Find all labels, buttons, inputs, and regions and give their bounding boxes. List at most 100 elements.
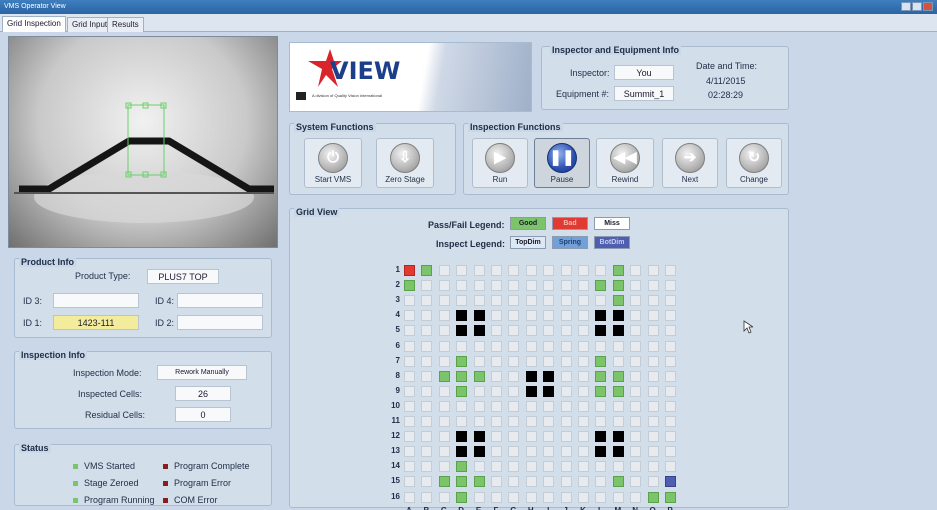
grid-cell-b3[interactable] [421, 295, 433, 307]
grid-cell-m7[interactable] [612, 355, 624, 367]
grid-cell-e13[interactable] [473, 446, 485, 458]
grid-cell-c3[interactable] [438, 295, 450, 307]
grid-cell-p16[interactable] [665, 491, 676, 503]
grid-cell-b1[interactable] [421, 265, 433, 276]
grid-cell-f1[interactable] [491, 265, 502, 276]
grid-cell-l16[interactable] [595, 491, 607, 503]
tab-grid-input[interactable]: Grid Input [67, 17, 113, 32]
grid-cell-m16[interactable] [612, 491, 624, 503]
grid-cell-b12[interactable] [421, 431, 433, 443]
grid-cell-j8[interactable] [560, 370, 572, 382]
grid-cell-o15[interactable] [647, 476, 659, 488]
grid-cell-p6[interactable] [665, 340, 676, 352]
grid-cell-p13[interactable] [665, 446, 676, 458]
grid-cell-l5[interactable] [595, 325, 607, 337]
grid-cell-i7[interactable] [543, 355, 555, 367]
grid-cell-j2[interactable] [560, 280, 572, 292]
grid-cell-h13[interactable] [525, 446, 537, 458]
grid-cell-e9[interactable] [473, 385, 485, 397]
grid-cell-e6[interactable] [473, 340, 485, 352]
grid-cell-m13[interactable] [612, 446, 624, 458]
grid-cell-n6[interactable] [630, 340, 642, 352]
grid-cell-f6[interactable] [491, 340, 502, 352]
grid-cell-f14[interactable] [491, 461, 502, 473]
grid-cell-f7[interactable] [491, 355, 502, 367]
maximize-button[interactable] [912, 2, 922, 11]
grid-cell-m3[interactable] [612, 295, 624, 307]
grid-cell-m8[interactable] [612, 370, 624, 382]
grid-cell-h15[interactable] [525, 476, 537, 488]
grid-cell-p8[interactable] [665, 370, 676, 382]
grid-cell-a9[interactable] [404, 385, 415, 397]
grid-cell-c8[interactable] [438, 370, 450, 382]
grid-cell-n2[interactable] [630, 280, 642, 292]
grid-cell-p4[interactable] [665, 310, 676, 322]
grid-cell-m12[interactable] [612, 431, 624, 443]
grid-cell-c16[interactable] [438, 491, 450, 503]
grid-cell-f8[interactable] [491, 370, 502, 382]
minimize-button[interactable] [901, 2, 911, 11]
grid-cell-p1[interactable] [665, 265, 676, 276]
grid-cell-g1[interactable] [508, 265, 520, 276]
grid-cell-l13[interactable] [595, 446, 607, 458]
grid-cell-b7[interactable] [421, 355, 433, 367]
grid-cell-c7[interactable] [438, 355, 450, 367]
grid-cell-a6[interactable] [404, 340, 415, 352]
grid-cell-e10[interactable] [473, 400, 485, 412]
grid-cell-j15[interactable] [560, 476, 572, 488]
grid-cell-g5[interactable] [508, 325, 520, 337]
tab-grid-inspection[interactable]: Grid Inspection [2, 16, 66, 32]
grid-cell-g3[interactable] [508, 295, 520, 307]
grid-cell-h5[interactable] [525, 325, 537, 337]
run-button[interactable]: ▶ Run [472, 138, 528, 188]
grid-cell-o2[interactable] [647, 280, 659, 292]
grid-cell-c6[interactable] [438, 340, 450, 352]
grid-cell-n9[interactable] [630, 385, 642, 397]
grid-cell-h9[interactable] [525, 385, 537, 397]
grid-cell-d6[interactable] [456, 340, 468, 352]
grid-cell-i16[interactable] [543, 491, 555, 503]
grid-cell-l6[interactable] [595, 340, 607, 352]
grid-cell-p5[interactable] [665, 325, 676, 337]
grid-cell-i5[interactable] [543, 325, 555, 337]
grid-cell-a2[interactable] [404, 280, 415, 292]
pause-button[interactable]: ❚❚ Pause [534, 138, 590, 188]
grid-cell-h4[interactable] [525, 310, 537, 322]
grid-cell-g10[interactable] [508, 400, 520, 412]
grid-cell-o13[interactable] [647, 446, 659, 458]
grid-cell-f2[interactable] [491, 280, 502, 292]
grid-cell-d4[interactable] [456, 310, 468, 322]
grid-cell-a10[interactable] [404, 400, 415, 412]
grid-cell-j13[interactable] [560, 446, 572, 458]
grid-cell-o8[interactable] [647, 370, 659, 382]
grid-cell-a13[interactable] [404, 446, 415, 458]
grid-cell-c12[interactable] [438, 431, 450, 443]
next-button[interactable]: ➔ Next [662, 138, 718, 188]
grid-cell-h2[interactable] [525, 280, 537, 292]
grid-cell-m9[interactable] [612, 385, 624, 397]
grid-cell-h8[interactable] [525, 370, 537, 382]
grid-cell-j6[interactable] [560, 340, 572, 352]
grid-cell-a4[interactable] [404, 310, 415, 322]
grid-cell-j7[interactable] [560, 355, 572, 367]
grid-cell-f5[interactable] [491, 325, 502, 337]
zero-stage-button[interactable]: ⇩ Zero Stage [376, 138, 434, 188]
grid-cell-k16[interactable] [578, 491, 589, 503]
grid-cell-a1[interactable] [404, 265, 415, 276]
grid-cell-b6[interactable] [421, 340, 433, 352]
grid-cell-i14[interactable] [543, 461, 555, 473]
change-button[interactable]: ↻ Change [726, 138, 782, 188]
grid-cell-n12[interactable] [630, 431, 642, 443]
grid-cell-o4[interactable] [647, 310, 659, 322]
grid-cell-n16[interactable] [630, 491, 642, 503]
grid-cell-g4[interactable] [508, 310, 520, 322]
grid-cell-l10[interactable] [595, 400, 607, 412]
grid-cell-c13[interactable] [438, 446, 450, 458]
grid-cell-m2[interactable] [612, 280, 624, 292]
grid-cell-b11[interactable] [421, 416, 433, 427]
grid-cell-l4[interactable] [595, 310, 607, 322]
grid-cell-l11[interactable] [595, 416, 607, 427]
grid-cell-c14[interactable] [438, 461, 450, 473]
grid-cell-a11[interactable] [404, 416, 415, 427]
grid-cell-i8[interactable] [543, 370, 555, 382]
